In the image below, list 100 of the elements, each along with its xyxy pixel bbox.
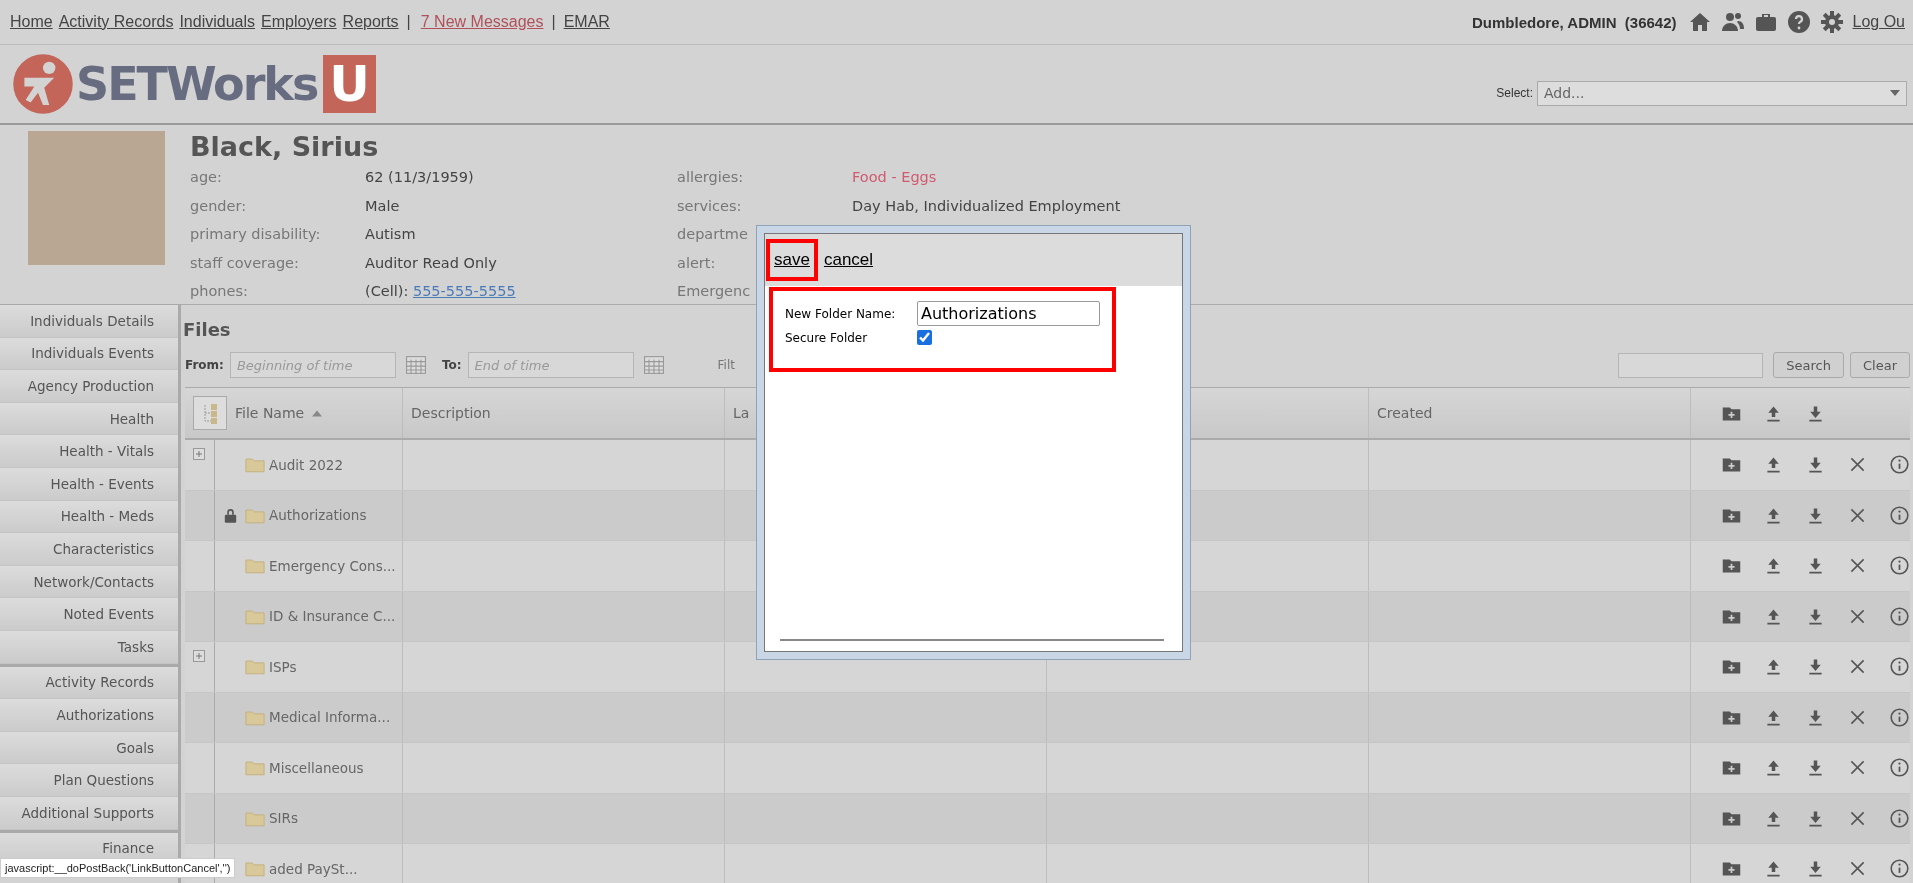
secure-folder-checkbox[interactable] [917,330,932,345]
logo-letter: U [323,55,376,113]
nav-link[interactable]: EMAR [563,13,610,31]
sidebar-item[interactable]: Health - Meds [0,500,178,534]
sidebar-item[interactable]: Additional Supports [0,796,178,830]
info-icon[interactable] [1889,858,1910,880]
info-icon[interactable] [1889,555,1910,577]
folder-name[interactable]: Medical Informa... [269,709,391,726]
sidebar-item[interactable]: Goals [0,731,178,765]
caret-icon [1890,90,1900,96]
nav-link[interactable]: Employers [261,13,337,31]
logo-text: SETWorks [76,57,318,111]
search-field[interactable] [1618,352,1764,378]
from-date-field[interactable]: Beginning of time [229,352,396,378]
sidebar-item[interactable]: Activity Records [0,666,178,700]
logo-figure-icon [12,53,74,115]
search-button[interactable]: Search [1773,352,1844,378]
folder-icon [245,759,265,777]
field-label: Emergenc [677,283,751,300]
files-title: Files [183,318,231,342]
folder-name[interactable]: Audit 2022 [269,456,344,473]
sidebar-item[interactable]: Individuals Details [0,305,178,338]
folder-name[interactable]: SIRs [269,810,298,827]
to-date-field[interactable]: End of time [467,352,634,378]
folder-name-field[interactable]: Authorizations [917,301,1100,326]
user-name: Dumbledore, ADMIN (36642) [1472,13,1677,31]
info-icon[interactable] [1889,454,1910,476]
status-tooltip: javascript:__doPostBack('LinkButtonCancel','') [0,858,236,878]
column-header[interactable]: Created [1377,405,1433,421]
nav-separator: | [406,13,411,31]
sidebar-item[interactable]: Characteristics [0,533,178,566]
nav-link[interactable]: Reports [342,13,399,31]
save-link[interactable]: save [766,239,818,281]
field-label: phones: [190,283,248,300]
folder-name[interactable]: ID & Insurance C... [269,608,396,625]
folder-icon [245,557,265,575]
field-label: age: [190,169,222,186]
sidebar-item[interactable]: Health - Vitals [0,435,178,468]
logout-link[interactable]: Log Ou [1852,13,1905,31]
sidebar-item[interactable]: Tasks [0,630,178,664]
column-header[interactable]: La [733,405,750,421]
info-icon[interactable] [1889,504,1910,526]
from-label: From: [185,358,224,372]
info-icon[interactable] [1889,706,1910,728]
nav-link[interactable]: Home [10,13,53,31]
field-label: gender: [190,197,247,214]
field-label: departme [677,226,748,243]
folder-icon [245,456,265,474]
field-label: alert: [677,254,716,271]
nav-link[interactable]: Individuals [179,13,255,31]
lock-icon [223,507,237,523]
sidebar-item[interactable]: Plan Questions [0,764,178,797]
sidebar-item[interactable]: Network/Contacts [0,565,178,599]
select-label: Select: [1496,86,1533,100]
folder-name[interactable]: aded PaySt... [269,860,358,877]
nav-separator: | [551,13,556,31]
folder-name[interactable]: Authorizations [269,507,367,524]
cancel-link[interactable]: cancel [823,250,874,270]
field-label: primary disability: [190,226,321,243]
info-icon[interactable] [1889,807,1910,829]
sidebar-item[interactable]: Agency Production [0,370,178,403]
sidebar-item[interactable]: Health [0,402,178,436]
folder-name[interactable]: ISPs [269,658,297,675]
folder-name[interactable]: Miscellaneous [269,759,364,776]
help-icon[interactable] [1786,10,1811,34]
field-label: allergies: [677,169,744,186]
folder-icon [245,607,265,625]
sidebar-item[interactable]: Noted Events [0,598,178,631]
settings-icon[interactable] [1819,10,1844,34]
sidebar-item[interactable]: Authorizations [0,699,178,732]
folder-name[interactable]: Emergency Cons... [269,557,396,574]
phone-link[interactable]: 555-555-5555 [412,283,516,300]
clear-button[interactable]: Clear [1850,352,1910,378]
info-icon[interactable] [1889,656,1910,678]
info-icon[interactable] [1889,605,1910,627]
column-header[interactable]: File Name [235,405,305,421]
folder-icon [245,708,265,726]
person-name: Black, Sirius [190,131,380,163]
folder-icon [245,860,265,878]
to-label: To: [441,358,462,372]
folder-icon [245,809,265,827]
add-dropdown[interactable]: Add... [1537,80,1907,106]
field-value: Food - Eggs [852,169,937,186]
field-label: services: [677,197,742,214]
folder-icon [245,658,265,676]
folder-name-label: New Folder Name: [785,306,897,321]
messages-link[interactable]: 7 New Messages [420,13,544,31]
filter-label: Filt [717,358,735,372]
field-value: Day Hab, Individualized Employment [852,197,1121,214]
field-label: staff coverage: [190,254,299,271]
field-value: (Cell): [365,283,409,300]
column-header[interactable]: Description [411,405,491,421]
sidebar-item[interactable]: Health - Events [0,467,178,501]
info-icon[interactable] [1889,757,1910,779]
field-value: Autism [365,226,416,243]
field-value: Male [365,197,400,214]
people-icon[interactable] [1720,10,1745,34]
secure-folder-label: Secure Folder [785,330,869,345]
nav-link[interactable]: Activity Records [58,13,174,31]
sidebar-item[interactable]: Individuals Events [0,337,178,371]
